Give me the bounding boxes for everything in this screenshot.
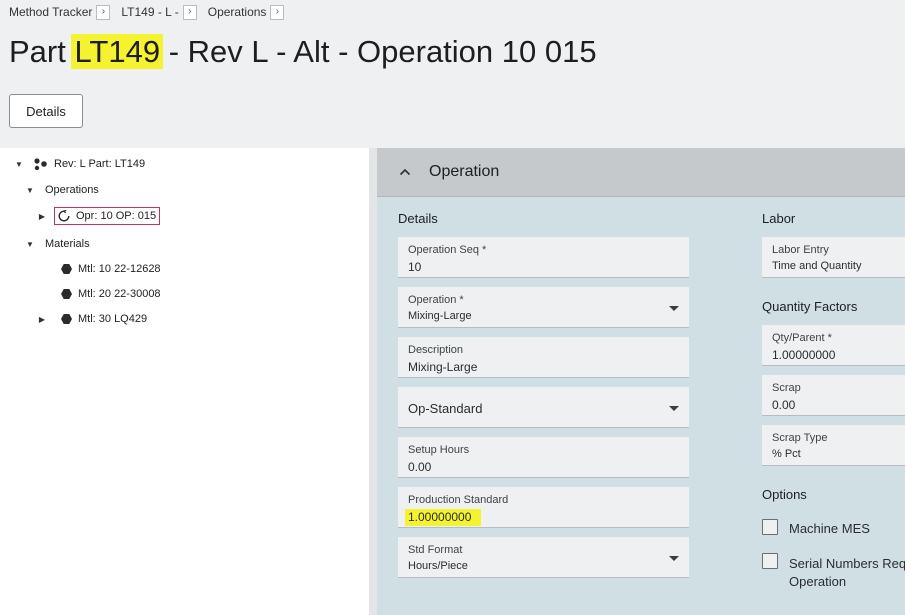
tree-root-label: Rev: L Part: LT149 (54, 158, 146, 170)
field-value[interactable]: % Pct (772, 448, 801, 460)
tree-operations-label: Operations (45, 184, 99, 196)
tree-material-item[interactable]: Mtl: 10 22-12628 (61, 263, 161, 275)
material-label: Mtl: 30 LQ429 (78, 313, 148, 325)
tree-material-item[interactable]: ▶ Mtl: 30 LQ429 (37, 313, 147, 325)
dropdown-arrow-icon[interactable] (669, 306, 679, 311)
caret-right-icon[interactable]: ▶ (37, 212, 47, 221)
field-value[interactable]: Hours/Piece (408, 560, 468, 572)
labor-section-label: Labor (762, 211, 796, 226)
operation-panel: Operation Details Operation Seq * 10 Ope… (377, 148, 905, 615)
machine-mes-checkbox[interactable] (762, 519, 778, 535)
checkbox-label-line: Operation (789, 574, 847, 589)
field-label: Std Format (408, 544, 463, 556)
field-value[interactable]: 0.00 (772, 398, 795, 412)
field-label: Scrap (772, 382, 801, 394)
tree-materials-label: Materials (45, 238, 90, 250)
field-label: Labor Entry (772, 244, 829, 256)
dropdown-arrow-icon[interactable] (669, 556, 679, 561)
operation-icon (58, 210, 70, 222)
field-value[interactable]: Time and Quantity (772, 260, 861, 272)
material-icon (61, 264, 72, 274)
breadcrumb-item-method-tracker[interactable]: Method Tracker › (9, 4, 121, 20)
description-field[interactable]: Description Mixing-Large (398, 337, 689, 378)
field-value[interactable]: 0.00 (408, 460, 431, 474)
tree-materials[interactable]: ▼ Materials (25, 238, 90, 250)
caret-down-icon[interactable]: ▼ (25, 186, 35, 195)
checkbox-label: Machine MES (789, 521, 870, 536)
std-format-select[interactable]: Std Format Hours/Piece (398, 537, 689, 578)
caret-down-icon[interactable]: ▼ (25, 240, 35, 249)
field-value[interactable]: 10 (408, 260, 421, 274)
breadcrumb-label[interactable]: LT149 - L - (121, 5, 178, 19)
field-value-wrapper[interactable]: 1.00000000 (405, 509, 482, 526)
checkbox-label: Serial Numbers Req Operation (789, 555, 905, 591)
details-button[interactable]: Details (9, 94, 83, 128)
caret-right-icon[interactable]: ▶ (37, 315, 47, 324)
field-value[interactable]: Op-Standard (408, 401, 482, 416)
material-label: Mtl: 10 22-12628 (78, 263, 161, 275)
field-label: Operation Seq * (408, 244, 487, 256)
options-section-label: Options (762, 487, 807, 502)
breadcrumb-label[interactable]: Operations (208, 5, 267, 19)
field-label: Scrap Type (772, 432, 828, 444)
breadcrumb: Method Tracker › LT149 - L - › Operation… (9, 3, 295, 21)
serial-numbers-option[interactable]: Serial Numbers Req Operation (762, 553, 905, 591)
field-value[interactable]: 1.00000000 (772, 348, 835, 362)
tree-operation-node[interactable]: ▶ Opr: 10 OP: 015 (37, 207, 161, 225)
tree-material-item[interactable]: Mtl: 20 22-30008 (61, 288, 161, 300)
operation-panel-header[interactable]: Operation (377, 148, 905, 197)
op-standard-select[interactable]: Op-Standard (398, 387, 689, 428)
operation-node-label: Opr: 10 OP: 015 (76, 210, 157, 222)
field-value[interactable]: 1.00000000 (405, 509, 482, 526)
revision-icon (34, 158, 47, 170)
field-value[interactable]: Mixing-Large (408, 310, 472, 322)
breadcrumb-item-part[interactable]: LT149 - L - › (121, 4, 207, 20)
chevron-up-icon[interactable] (399, 166, 411, 178)
operation-select[interactable]: Operation * Mixing-Large (398, 287, 689, 328)
title-prefix: Part (9, 34, 75, 69)
panel-splitter[interactable] (369, 148, 377, 615)
production-standard-field[interactable]: Production Standard 1.00000000 (398, 487, 689, 528)
qty-parent-field[interactable]: Qty/Parent * 1.00000000 (762, 325, 905, 366)
details-section-label: Details (398, 211, 438, 226)
selected-node[interactable]: Opr: 10 OP: 015 (54, 207, 161, 225)
material-label: Mtl: 20 22-30008 (78, 288, 161, 300)
breadcrumb-label[interactable]: Method Tracker (9, 5, 92, 19)
material-icon (61, 314, 72, 324)
caret-down-icon[interactable]: ▼ (14, 160, 24, 169)
serial-numbers-checkbox[interactable] (762, 553, 778, 569)
field-label: Qty/Parent * (772, 332, 832, 344)
field-label: Production Standard (408, 494, 509, 506)
checkbox-label-line: Serial Numbers Req (789, 556, 905, 571)
field-label: Operation * (408, 294, 464, 306)
field-label: Setup Hours (408, 444, 470, 456)
material-icon (61, 289, 72, 299)
chevron-right-icon[interactable]: › (96, 4, 111, 20)
operation-panel-title: Operation (429, 163, 500, 180)
tree-root[interactable]: ▼ Rev: L Part: LT149 (14, 158, 145, 170)
title-part-number: LT149 (71, 34, 164, 69)
field-value[interactable]: Mixing-Large (408, 360, 477, 374)
method-tree: ▼ Rev: L Part: LT149 ▼ Operations ▶ Opr:… (0, 148, 369, 615)
scrap-field[interactable]: Scrap 0.00 (762, 375, 905, 416)
labor-entry-select[interactable]: Labor Entry Time and Quantity (762, 237, 905, 278)
title-suffix: - Rev L - Alt - Operation 10 015 (160, 34, 597, 69)
breadcrumb-item-operations[interactable]: Operations › (208, 4, 296, 20)
dropdown-arrow-icon[interactable] (669, 406, 679, 411)
tree-operations[interactable]: ▼ Operations (25, 184, 99, 196)
operation-seq-field[interactable]: Operation Seq * 10 (398, 237, 689, 278)
chevron-right-icon[interactable]: › (270, 4, 285, 20)
machine-mes-option[interactable]: Machine MES (762, 519, 870, 536)
setup-hours-field[interactable]: Setup Hours 0.00 (398, 437, 689, 478)
chevron-right-icon[interactable]: › (182, 4, 197, 20)
scrap-type-select[interactable]: Scrap Type % Pct (762, 425, 905, 466)
quantity-factors-section-label: Quantity Factors (762, 299, 858, 314)
page-title: Part LT149 - Rev L - Alt - Operation 10 … (9, 34, 597, 70)
field-label: Description (408, 344, 464, 356)
